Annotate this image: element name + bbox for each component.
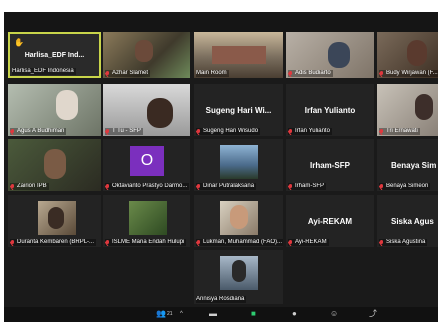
participant-tile[interactable]: Azhar Slamet <box>103 32 190 78</box>
participant-tile[interactable]: Agus A Budhiman <box>8 84 101 136</box>
mic-muted-icon <box>379 128 384 135</box>
participant-tile[interactable]: Tri Ernawati <box>377 84 438 136</box>
person-silhouette <box>230 205 248 229</box>
mic-muted-icon <box>379 70 384 77</box>
participant-label: Annisya Rosdiana <box>196 296 247 303</box>
mic-muted-icon <box>288 239 293 246</box>
mic-muted-icon <box>10 128 15 135</box>
participant-label: ISLME Maria Endah Hulupi <box>105 239 187 246</box>
participant-tile[interactable]: ISLME Maria Endah Hulupi <box>103 195 190 247</box>
person-silhouette <box>415 94 433 120</box>
participant-tile[interactable]: T Tu - SFP <box>103 84 190 136</box>
participant-label: Sugeng Hari Wisudo <box>196 128 261 135</box>
zoom-gallery-window: ✋ Harlisa_EDF Ind... Harlisa_EDF Indones… <box>4 12 438 322</box>
participants-button[interactable]: 👥21 <box>156 308 173 320</box>
person-silhouette <box>407 40 427 66</box>
room-furniture <box>212 46 266 64</box>
person-silhouette <box>147 98 173 128</box>
participant-tile[interactable]: Benaya Sim Benaya Simeon <box>377 139 438 191</box>
participant-label: Irham-SFP <box>288 183 327 190</box>
participant-tile[interactable]: Zairion IPB <box>8 139 101 191</box>
chevron-up-icon[interactable]: ^ <box>180 308 183 320</box>
participant-tile[interactable]: Ayi-REKAM Ayi-REKAM <box>286 195 374 247</box>
participant-label: Azhar Slamet <box>105 70 151 77</box>
participant-label: Oktavianto Prastyo Darmo... <box>105 183 190 190</box>
mic-muted-icon <box>105 183 110 190</box>
participant-tile[interactable]: Lukman, Muhammad (FAO)... <box>194 195 283 247</box>
mic-muted-icon <box>288 70 293 77</box>
mic-muted-icon <box>288 183 293 190</box>
participant-tile[interactable]: Main Room <box>194 32 283 78</box>
mic-muted-icon <box>10 183 15 190</box>
participant-tile[interactable]: ✋ Harlisa_EDF Ind... Harlisa_EDF Indones… <box>8 32 101 78</box>
mic-muted-icon <box>105 128 110 135</box>
share-screen-icon[interactable]: ■ <box>251 308 256 320</box>
participant-label: Dinar Putralaksana <box>196 183 257 190</box>
participant-label: Benaya Simeon <box>379 183 431 190</box>
participant-label: Lukman, Muhammad (FAO)... <box>196 239 283 246</box>
mic-muted-icon <box>379 183 384 190</box>
participant-tile[interactable]: Budy Wirjawan (F... <box>377 32 438 78</box>
participant-label: Ayi-REKAM <box>288 239 329 246</box>
person-silhouette <box>56 90 78 120</box>
participant-label: Adis Budiarto <box>288 70 333 77</box>
person-silhouette <box>135 40 153 62</box>
top-bar <box>4 12 438 32</box>
person-silhouette <box>48 207 64 229</box>
mic-muted-icon <box>196 239 201 246</box>
participant-label: Main Room <box>196 70 229 77</box>
person-silhouette <box>232 260 246 282</box>
mic-muted-icon <box>379 239 384 246</box>
participant-tile[interactable]: Dinar Putralaksana <box>194 139 283 191</box>
participant-label: Budy Wirjawan (F... <box>379 70 438 77</box>
chat-icon[interactable]: ▬ <box>209 308 217 320</box>
participant-label: Duranta Kembaren (BRPL-... <box>10 239 97 246</box>
participants-count: 21 <box>166 311 173 317</box>
participant-label: T Tu - SFP <box>105 128 143 135</box>
mic-muted-icon <box>196 183 201 190</box>
participant-tile[interactable]: Annisya Rosdiana <box>194 250 283 304</box>
mic-muted-icon <box>196 128 201 135</box>
participant-label: Zairion IPB <box>10 183 49 190</box>
participant-tile[interactable]: Duranta Kembaren (BRPL-... <box>8 195 101 247</box>
mic-muted-icon <box>105 70 110 77</box>
participant-tile[interactable]: Irham-SFP Irham-SFP <box>286 139 374 191</box>
participant-label: Tri Ernawati <box>379 128 420 135</box>
record-icon[interactable]: ● <box>292 308 297 320</box>
video-feed <box>220 145 258 179</box>
participant-tile[interactable]: Irfan Yulianto Irfan Yulianto <box>286 84 374 136</box>
participant-label: Harlisa_EDF Indonesia <box>12 68 76 75</box>
person-silhouette <box>44 149 66 179</box>
participant-label: Siska Agustina <box>379 239 428 246</box>
person-silhouette <box>328 42 350 68</box>
mic-muted-icon <box>10 239 15 246</box>
participant-tile[interactable]: Sugeng Hari Wi... Sugeng Hari Wisudo <box>194 84 283 136</box>
mic-muted-icon <box>288 128 293 135</box>
participant-tile[interactable]: Siska Agus Siska Agustina <box>377 195 438 247</box>
video-feed <box>129 201 167 235</box>
mic-muted-icon <box>105 239 110 246</box>
participant-avatar: O <box>130 146 164 176</box>
participant-tile[interactable]: O Oktavianto Prastyo Darmo... <box>103 139 190 191</box>
leave-icon[interactable]: ⤴ <box>369 308 377 320</box>
meeting-toolbar: 👥21 ^ ▬ ■ ● ☺ ⤴ <box>4 307 438 322</box>
participant-label: Irfan Yulianto <box>288 128 332 135</box>
participant-label: Agus A Budhiman <box>10 128 67 135</box>
participant-tile[interactable]: Adis Budiarto <box>286 32 374 78</box>
reactions-icon[interactable]: ☺ <box>330 308 338 320</box>
